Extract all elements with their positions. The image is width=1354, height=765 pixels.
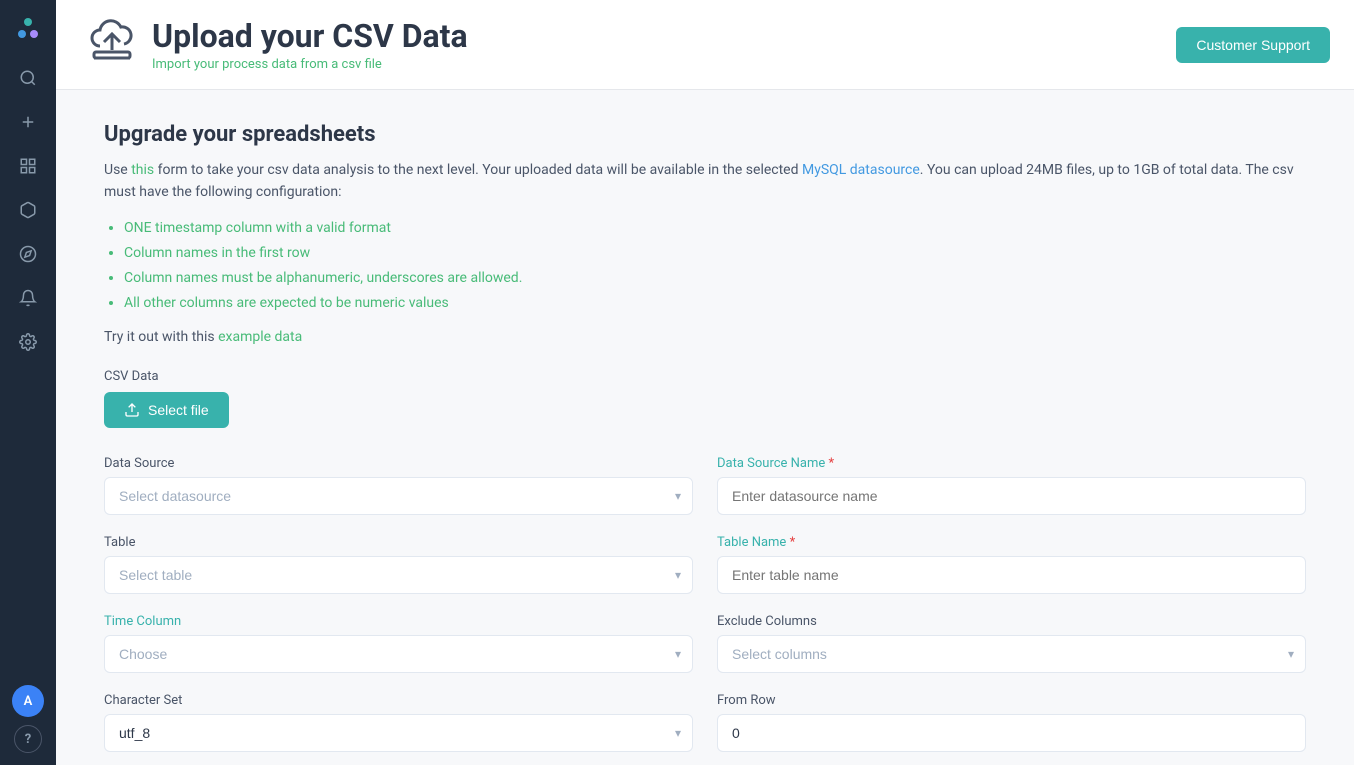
page-subtitle: Import your process data from a csv file	[152, 57, 468, 72]
from-row-input[interactable]	[717, 714, 1306, 752]
bell-icon[interactable]	[10, 280, 46, 316]
character-set-label: Character Set	[104, 693, 693, 708]
requirement-item: Column names in the first row	[124, 241, 1306, 266]
from-row-label: From Row	[717, 693, 1306, 708]
page-header: Upload your CSV Data Import your process…	[56, 0, 1354, 90]
header-text: Upload your CSV Data Import your process…	[152, 17, 468, 72]
data-source-name-label: Data Source Name *	[717, 456, 1306, 471]
character-set-select[interactable]: utf_8 utf_16 ascii latin1	[104, 714, 693, 752]
sidebar: A ?	[0, 0, 56, 765]
table-group: Table Select table	[104, 535, 693, 594]
table-name-input[interactable]	[717, 556, 1306, 594]
user-avatar[interactable]: A	[12, 685, 44, 717]
upload-icon	[88, 16, 136, 73]
page-title: Upload your CSV Data	[152, 17, 468, 55]
try-it-text: Try it out with this example data	[104, 329, 1306, 345]
data-source-group: Data Source Select datasource	[104, 456, 693, 515]
exclude-columns-label: Exclude Columns	[717, 614, 1306, 629]
data-source-select-wrapper: Select datasource	[104, 477, 693, 515]
time-column-select[interactable]: Choose	[104, 635, 693, 673]
character-set-select-wrapper: utf_8 utf_16 ascii latin1	[104, 714, 693, 752]
page-content: Upgrade your spreadsheets Use this form …	[56, 90, 1354, 765]
csv-data-label: CSV Data	[104, 369, 1306, 384]
settings-icon[interactable]	[10, 324, 46, 360]
select-file-label: Select file	[148, 402, 209, 418]
table-label: Table	[104, 535, 693, 550]
from-row-group: From Row	[717, 693, 1306, 752]
time-column-label: Time Column	[104, 614, 693, 629]
main-content: Upload your CSV Data Import your process…	[56, 0, 1354, 765]
data-source-name-group: Data Source Name *	[717, 456, 1306, 515]
sidebar-bottom: A ?	[12, 685, 44, 753]
exclude-columns-group: Exclude Columns Select columns	[717, 614, 1306, 673]
example-data-link[interactable]: example data	[218, 329, 302, 345]
cube-icon[interactable]	[10, 192, 46, 228]
time-column-select-wrapper: Choose	[104, 635, 693, 673]
exclude-columns-select[interactable]: Select columns	[717, 635, 1306, 673]
description-text: Use this form to take your csv data anal…	[104, 159, 1306, 204]
requirement-item: All other columns are expected to be num…	[124, 291, 1306, 316]
search-icon[interactable]	[10, 60, 46, 96]
requirements-list: ONE timestamp column with a valid format…	[124, 216, 1306, 317]
select-file-button[interactable]: Select file	[104, 392, 229, 428]
form-row-time: Time Column Choose Exclude Columns Selec…	[104, 614, 1306, 673]
upload-arrow-icon	[124, 402, 140, 418]
table-name-group: Table Name *	[717, 535, 1306, 594]
exclude-columns-select-wrapper: Select columns	[717, 635, 1306, 673]
compass-icon[interactable]	[10, 236, 46, 272]
form-row-charset: Character Set utf_8 utf_16 ascii latin1 …	[104, 693, 1306, 752]
data-source-label: Data Source	[104, 456, 693, 471]
time-column-group: Time Column Choose	[104, 614, 693, 673]
requirement-item: Column names must be alphanumeric, under…	[124, 266, 1306, 291]
form-row-datasource: Data Source Select datasource Data Sourc…	[104, 456, 1306, 515]
data-source-name-input[interactable]	[717, 477, 1306, 515]
app-logo[interactable]	[12, 12, 44, 44]
table-select-wrapper: Select table	[104, 556, 693, 594]
table-select[interactable]: Select table	[104, 556, 693, 594]
help-icon[interactable]: ?	[14, 725, 42, 753]
character-set-group: Character Set utf_8 utf_16 ascii latin1	[104, 693, 693, 752]
requirement-item: ONE timestamp column with a valid format	[124, 216, 1306, 241]
data-source-select[interactable]: Select datasource	[104, 477, 693, 515]
customer-support-button[interactable]: Customer Support	[1176, 27, 1330, 63]
section-heading: Upgrade your spreadsheets	[104, 122, 1306, 147]
form-row-table: Table Select table Table Name *	[104, 535, 1306, 594]
add-icon[interactable]	[10, 104, 46, 140]
table-name-label: Table Name *	[717, 535, 1306, 550]
grid-icon[interactable]	[10, 148, 46, 184]
